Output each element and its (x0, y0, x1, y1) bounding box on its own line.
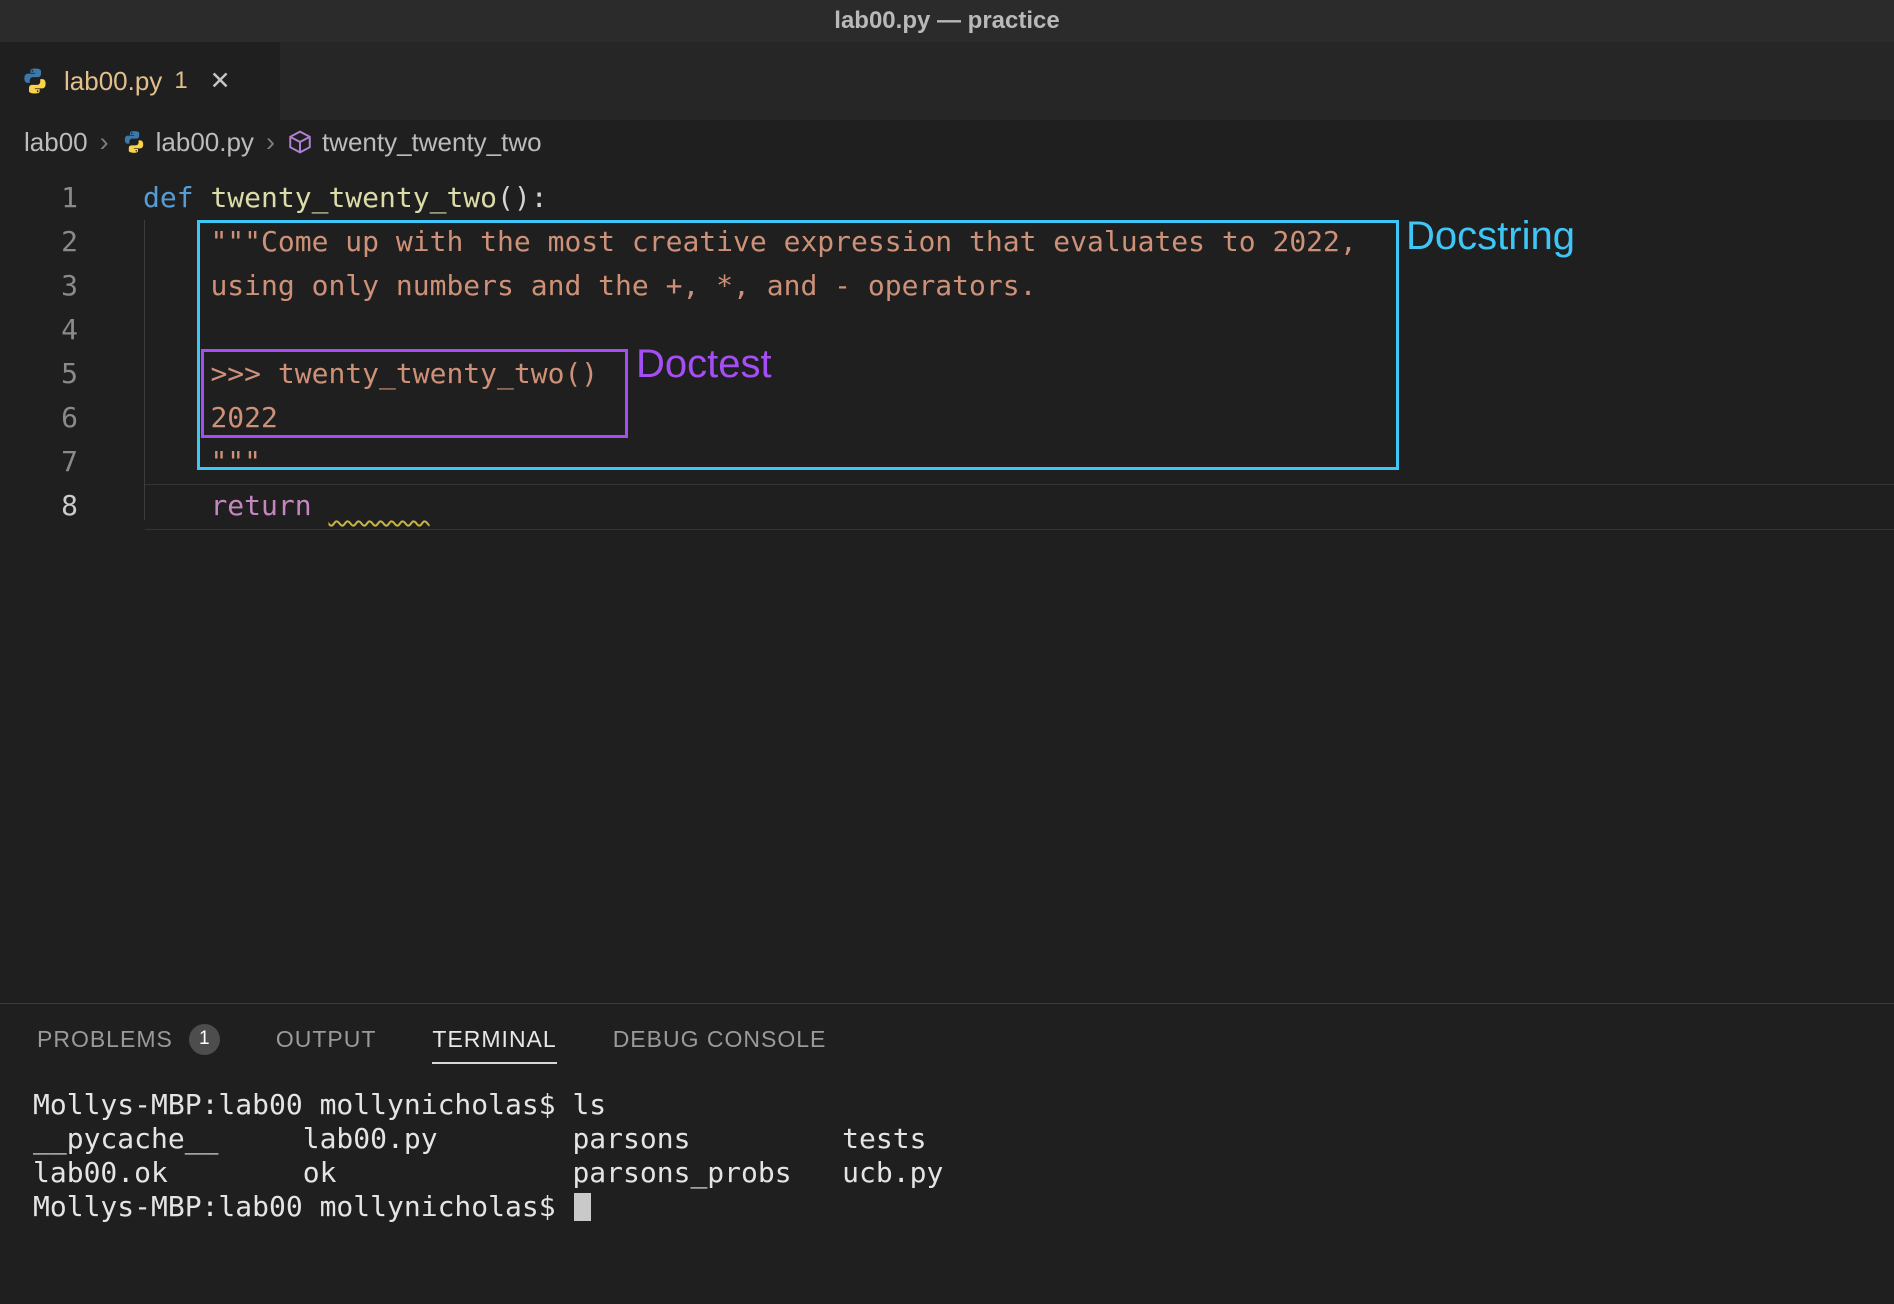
code-lines: 1def twenty_twenty_two():2 """Come up wi… (0, 164, 1894, 528)
code-text: >>> twenty_twenty_two() (143, 352, 598, 396)
breadcrumb-item-lab00[interactable]: lab00 (24, 127, 88, 158)
line-number[interactable]: 8 (0, 484, 78, 528)
code-line-8[interactable]: 8 return ______ (0, 484, 1894, 528)
terminal-cursor (574, 1193, 591, 1221)
tab-label: lab00.py (64, 66, 162, 97)
line-number[interactable]: 6 (0, 396, 78, 440)
bottom-panel: PROBLEMS 1 OUTPUT TERMINAL DEBUG CONSOLE Mol… (0, 1003, 1894, 1304)
tab-lab00-py[interactable]: lab00.py 1 ✕ (0, 42, 280, 120)
window-title: lab00.py — practice (834, 7, 1059, 35)
python-icon (20, 66, 50, 96)
code-text: """Come up with the most creative expres… (143, 220, 1357, 264)
code-line-3[interactable]: 3 using only numbers and the +, *, and -… (0, 264, 1894, 308)
close-icon[interactable]: ✕ (210, 66, 231, 96)
breadcrumb-label: twenty_twenty_two (322, 127, 542, 158)
breadcrumb: lab00 › lab00.py › twenty_twenty_two (0, 120, 1894, 164)
panel-tab-bar: PROBLEMS 1 OUTPUT TERMINAL DEBUG CONSOLE (0, 1004, 1894, 1076)
symbol-cube-icon (287, 129, 313, 155)
panel-tab-label: OUTPUT (276, 1026, 377, 1053)
breadcrumb-item-lab00.py[interactable]: lab00.py (121, 127, 254, 158)
line-number[interactable]: 2 (0, 220, 78, 264)
code-line-7[interactable]: 7 """ (0, 440, 1894, 484)
breadcrumb-label: lab00 (24, 127, 88, 158)
panel-tab-debug-console[interactable]: DEBUG CONSOLE (613, 1016, 827, 1064)
panel-tab-label: PROBLEMS (37, 1026, 173, 1053)
code-line-6[interactable]: 6 2022 (0, 396, 1894, 440)
breadcrumb-separator: › (100, 127, 109, 158)
problems-count-badge: 1 (189, 1024, 220, 1055)
panel-tab-problems[interactable]: PROBLEMS 1 (37, 1016, 220, 1064)
code-line-5[interactable]: 5 >>> twenty_twenty_two() (0, 352, 1894, 396)
line-number[interactable]: 3 (0, 264, 78, 308)
tab-bar: lab00.py 1 ✕ (0, 42, 1894, 120)
terminal-line: Mollys-MBP:lab00 mollynicholas$ ls (33, 1088, 1894, 1122)
code-text: def twenty_twenty_two(): (143, 176, 548, 220)
breadcrumb-separator: › (266, 127, 275, 158)
code-line-1[interactable]: 1 def twenty_twenty_two(): (0, 176, 1894, 220)
panel-tab-terminal[interactable]: TERMINAL (432, 1016, 556, 1064)
code-line-2[interactable]: 2 """Come up with the most creative expr… (0, 220, 1894, 264)
line-number[interactable]: 5 (0, 352, 78, 396)
code-line-4[interactable]: 4 (0, 308, 1894, 352)
code-text: using only numbers and the +, *, and - o… (143, 264, 1036, 308)
terminal-output[interactable]: Mollys-MBP:lab00 mollynicholas$ ls__pyca… (0, 1076, 1894, 1224)
code-text: 2022 (143, 396, 278, 440)
line-number[interactable]: 7 (0, 440, 78, 484)
code-text: return ______ (143, 484, 430, 528)
panel-tab-output[interactable]: OUTPUT (276, 1016, 377, 1064)
terminal-line: Mollys-MBP:lab00 mollynicholas$ (33, 1190, 1894, 1224)
line-number[interactable]: 1 (0, 176, 78, 220)
terminal-line: lab00.ok ok parsons_probs ucb.py (33, 1156, 1894, 1190)
code-text: """ (143, 440, 261, 484)
code-editor[interactable]: 1def twenty_twenty_two():2 """Come up wi… (0, 164, 1894, 1003)
panel-tab-label: TERMINAL (432, 1026, 556, 1053)
terminal-line: __pycache__ lab00.py parsons tests (33, 1122, 1894, 1156)
breadcrumb-label: lab00.py (156, 127, 254, 158)
breadcrumb-item-twenty_twenty_two[interactable]: twenty_twenty_two (287, 127, 542, 158)
python-icon (121, 129, 147, 155)
window-titlebar: lab00.py — practice (0, 0, 1894, 42)
panel-tab-label: DEBUG CONSOLE (613, 1026, 827, 1053)
tab-problems-badge: 1 (174, 67, 187, 95)
line-number[interactable]: 4 (0, 308, 78, 352)
